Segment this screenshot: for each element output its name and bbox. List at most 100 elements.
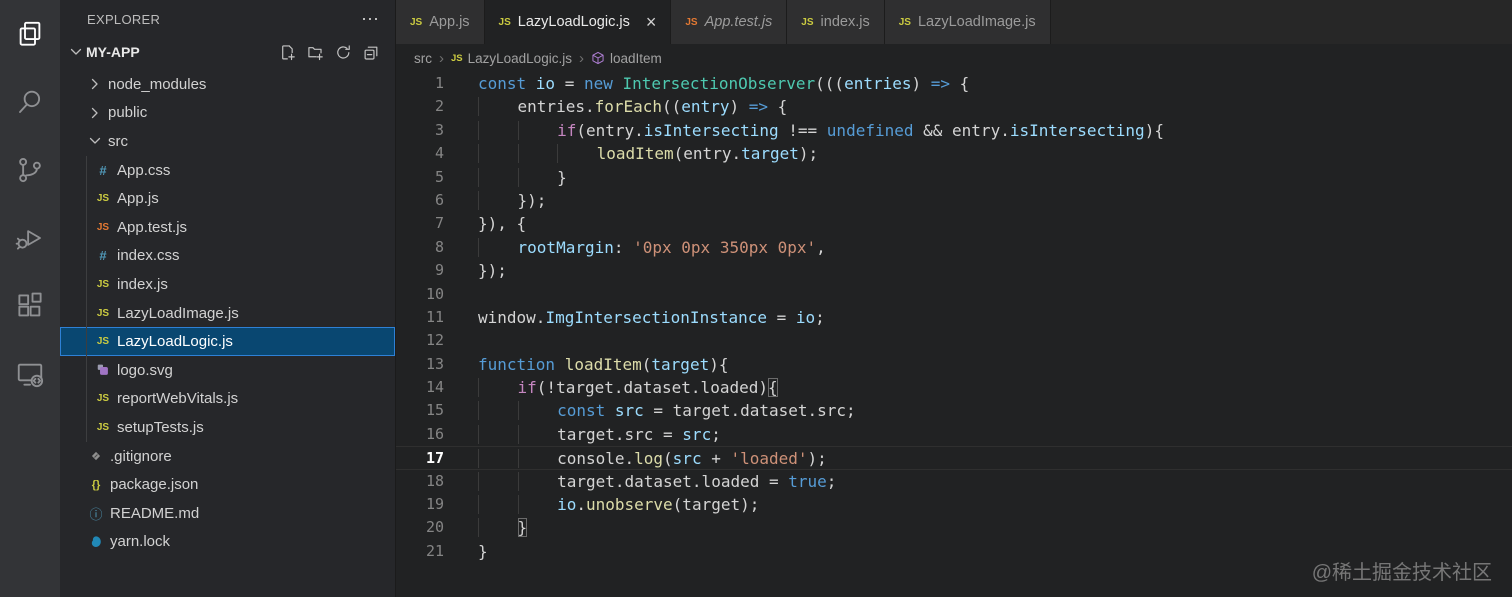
code-token: { bbox=[950, 74, 970, 93]
extensions-icon[interactable] bbox=[0, 272, 60, 340]
js-file-icon: JS bbox=[451, 52, 463, 64]
code-line-10[interactable]: 10 bbox=[396, 283, 1512, 306]
code-line-17[interactable]: 17 console.log(src + 'loaded'); bbox=[396, 446, 1512, 470]
tree-file-App.test.js[interactable]: JS App.test.js bbox=[60, 212, 395, 242]
tree-file-LazyLoadImage.js[interactable]: JS LazyLoadImage.js bbox=[60, 298, 395, 328]
tree-file-setupTests.js[interactable]: JS setupTests.js bbox=[60, 413, 395, 442]
code-editor[interactable]: 1 const io = new IntersectionObserver(((e… bbox=[396, 72, 1512, 597]
code-line-1[interactable]: 1 const io = new IntersectionObserver(((e… bbox=[396, 72, 1512, 95]
file-type-icon: ⓘ bbox=[89, 506, 103, 522]
tree-file-.gitignore[interactable]: .gitignore bbox=[60, 442, 395, 471]
code-token: ((( bbox=[815, 74, 845, 93]
tree-file-App.css[interactable]: # App.css bbox=[60, 155, 395, 185]
file-type-icon: # bbox=[99, 248, 107, 264]
tree-folder-node_modules[interactable]: node_modules bbox=[60, 70, 395, 99]
breadcrumb-item-src[interactable]: src bbox=[414, 51, 432, 66]
tree-folder-public[interactable]: public bbox=[60, 99, 395, 128]
tab-label: LazyLoadLogic.js bbox=[517, 14, 630, 30]
code-line-12[interactable]: 12 bbox=[396, 329, 1512, 352]
indent-guide bbox=[478, 237, 518, 257]
code-line-7[interactable]: 7}), { bbox=[396, 212, 1512, 235]
line-number: 10 bbox=[425, 284, 444, 303]
tab-index.js[interactable]: JS index.js bbox=[787, 0, 885, 44]
indent-guide bbox=[557, 144, 597, 164]
code-line-21[interactable]: 21} bbox=[396, 540, 1512, 563]
code-line-14[interactable]: 14 if(!target.dataset.loaded){ bbox=[396, 376, 1512, 399]
code-line-3[interactable]: 3 if(entry.isIntersecting !== undefined … bbox=[396, 119, 1512, 142]
code-line-18[interactable]: 18 target.dataset.loaded = true; bbox=[396, 470, 1512, 493]
code-token: io bbox=[535, 74, 556, 93]
run-and-debug-icon[interactable] bbox=[0, 204, 60, 272]
tree-file-index.css[interactable]: # index.css bbox=[60, 241, 395, 271]
chevron-right-icon bbox=[87, 76, 103, 92]
activity-bar bbox=[0, 0, 60, 597]
tree-file-reportWebVitals.js[interactable]: JS reportWebVitals.js bbox=[60, 384, 395, 414]
code-token: (entry. bbox=[673, 144, 742, 164]
new-folder-icon[interactable] bbox=[307, 44, 324, 61]
file-type-icon: # bbox=[99, 162, 107, 178]
indent-guide bbox=[517, 120, 558, 140]
code-token: target.dataset.loaded = bbox=[557, 471, 789, 491]
file-label: logo.svg bbox=[117, 361, 173, 379]
tab-App.test.js[interactable]: JS App.test.js bbox=[671, 0, 788, 44]
code-line-11[interactable]: 11 window.ImgIntersectionInstance = io; bbox=[396, 306, 1512, 329]
code-token: src bbox=[614, 401, 644, 421]
code-line-4[interactable]: 4 loadItem(entry.target); bbox=[396, 142, 1512, 165]
code-line-9[interactable]: 9}); bbox=[396, 259, 1512, 282]
line-number: 8 bbox=[434, 237, 444, 256]
code-token: src bbox=[682, 424, 712, 444]
code-line-13[interactable]: 13 function loadItem(target){ bbox=[396, 353, 1512, 376]
breadcrumb-separator: › bbox=[439, 49, 444, 67]
source-control-icon[interactable] bbox=[0, 136, 60, 204]
explorer-icon[interactable] bbox=[0, 0, 60, 68]
tree-file-package.json[interactable]: {} package.json bbox=[60, 470, 395, 499]
code-line-8[interactable]: 8 rootMargin: '0px 0px 350px 0px', bbox=[396, 236, 1512, 259]
more-actions-icon[interactable]: ⋯ bbox=[361, 10, 379, 28]
code-line-2[interactable]: 2 entries.forEach((entry) => { bbox=[396, 95, 1512, 118]
tab-App.js[interactable]: JS App.js bbox=[396, 0, 485, 44]
indent-guide bbox=[478, 167, 518, 187]
indent-guide bbox=[478, 97, 518, 117]
code-line-16[interactable]: 16 target.src = src; bbox=[396, 423, 1512, 446]
tree-file-App.js[interactable]: JS App.js bbox=[60, 184, 395, 213]
code-token: ( bbox=[641, 354, 652, 374]
close-icon[interactable]: × bbox=[646, 13, 657, 31]
line-number: 7 bbox=[434, 214, 444, 233]
tree-file-yarn.lock[interactable]: yarn.lock bbox=[60, 528, 395, 557]
remote-explorer-icon[interactable] bbox=[0, 340, 60, 408]
code-token: undefined bbox=[826, 120, 914, 140]
code-token: !== bbox=[778, 120, 827, 140]
tree-file-LazyLoadLogic.js[interactable]: JS LazyLoadLogic.js bbox=[60, 327, 395, 356]
breadcrumb-item-LazyLoadLogic.js[interactable]: JS LazyLoadLogic.js bbox=[451, 51, 572, 66]
code-token: function bbox=[478, 354, 565, 374]
tree-file-index.js[interactable]: JS index.js bbox=[60, 270, 395, 299]
breadcrumb-label: LazyLoadLogic.js bbox=[467, 50, 572, 66]
code-line-5[interactable]: 5 } bbox=[396, 166, 1512, 189]
tree-folder-src[interactable]: src bbox=[60, 127, 395, 156]
tree-file-README.md[interactable]: ⓘ README.md bbox=[60, 499, 395, 528]
js-file-icon: JS bbox=[898, 16, 911, 28]
code-line-15[interactable]: 15 const src = target.dataset.src; bbox=[396, 399, 1512, 422]
search-icon[interactable] bbox=[0, 68, 60, 136]
refresh-icon[interactable] bbox=[335, 44, 352, 61]
new-file-icon[interactable] bbox=[279, 44, 296, 61]
breadcrumb-item-loadItem[interactable]: loadItem bbox=[591, 51, 662, 66]
file-label: LazyLoadLogic.js bbox=[117, 333, 233, 351]
code-token: ; bbox=[826, 471, 837, 491]
tree-file-logo.svg[interactable]: logo.svg bbox=[60, 355, 395, 385]
tab-LazyLoadImage.js[interactable]: JS LazyLoadImage.js bbox=[884, 0, 1051, 44]
tab-LazyLoadLogic.js[interactable]: JS LazyLoadLogic.js × bbox=[484, 0, 672, 44]
code-token: if bbox=[517, 378, 537, 398]
code-token: const bbox=[478, 74, 536, 93]
file-label: App.js bbox=[117, 190, 159, 208]
matched-bracket: { bbox=[767, 378, 778, 398]
code-line-19[interactable]: 19 io.unobserve(target); bbox=[396, 493, 1512, 516]
chevron-down-icon bbox=[87, 133, 103, 149]
file-type-icon: JS bbox=[96, 307, 110, 319]
code-line-20[interactable]: 20 } bbox=[396, 516, 1512, 539]
collapse-all-icon[interactable] bbox=[363, 44, 380, 61]
code-line-6[interactable]: 6 }); bbox=[396, 189, 1512, 212]
project-root-row[interactable]: MY-APP bbox=[60, 38, 395, 66]
indent-guide bbox=[478, 424, 518, 444]
indent-guide bbox=[478, 495, 518, 515]
